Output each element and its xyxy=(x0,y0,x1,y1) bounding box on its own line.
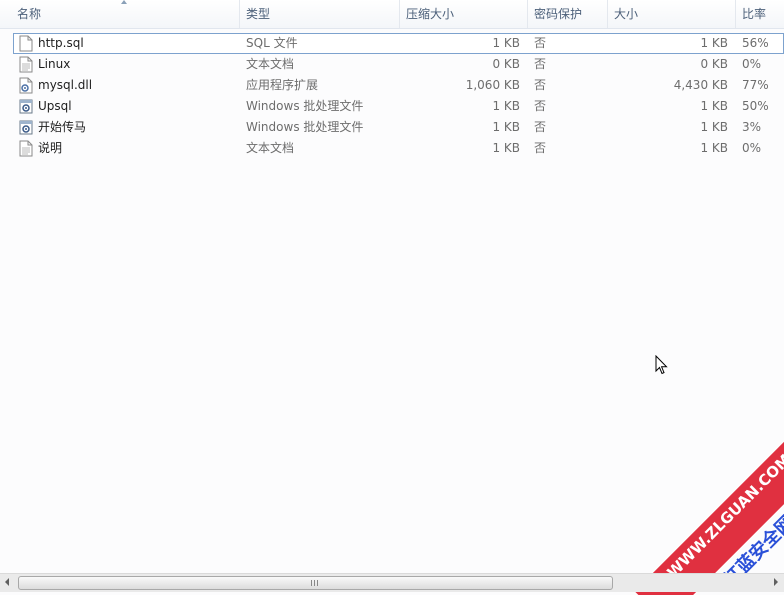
scrollbar-grip-icon xyxy=(311,580,319,586)
file-password-protected: 否 xyxy=(534,120,547,134)
file-compressed-size: 0 KB xyxy=(492,57,520,71)
file-compressed-size: 1,060 KB xyxy=(465,78,520,92)
file-ratio: 0% xyxy=(742,57,762,71)
file-name: 说明 xyxy=(38,141,63,155)
scrollbar-thumb[interactable] xyxy=(18,576,613,590)
column-header-compressed-size[interactable]: 压缩大小 xyxy=(400,0,528,28)
file-type: 应用程序扩展 xyxy=(246,78,319,92)
file-ratio: 0% xyxy=(742,141,762,155)
file-row[interactable]: 开始传马 Windows 批处理文件 1 KB 否 1 KB 3% xyxy=(0,117,784,138)
file-password-protected: 否 xyxy=(534,57,547,71)
file-password-protected: 否 xyxy=(534,141,547,155)
column-header-type[interactable]: 类型 xyxy=(240,0,400,28)
file-type: 文本文档 xyxy=(246,57,295,71)
text-file-icon xyxy=(19,140,33,157)
file-size: 1 KB xyxy=(700,120,728,134)
watermark-band xyxy=(634,435,784,595)
file-ratio: 50% xyxy=(742,99,769,113)
file-name: mysql.dll xyxy=(38,78,93,92)
file-type: Windows 批处理文件 xyxy=(246,99,364,113)
file-row[interactable]: http.sql SQL 文件 1 KB 否 1 KB 56% xyxy=(13,33,784,54)
file-ratio: 3% xyxy=(742,120,762,134)
scroll-right-icon[interactable] xyxy=(774,578,778,586)
column-header-password[interactable]: 密码保护 xyxy=(528,0,608,28)
text-file-icon xyxy=(19,56,33,73)
file-list: http.sql SQL 文件 1 KB 否 1 KB 56% Linux 文本… xyxy=(0,33,784,159)
column-header-name[interactable]: 名称 xyxy=(11,0,240,28)
file-size: 1 KB xyxy=(700,141,728,155)
file-row[interactable]: Upsql Windows 批处理文件 1 KB 否 1 KB 50% xyxy=(0,96,784,117)
document-icon xyxy=(19,35,33,52)
file-password-protected: 否 xyxy=(534,78,547,92)
file-password-protected: 否 xyxy=(534,99,547,113)
file-size: 1 KB xyxy=(700,36,728,50)
file-name: Upsql xyxy=(38,99,72,113)
batch-file-icon xyxy=(19,99,33,114)
file-row[interactable]: mysql.dll 应用程序扩展 1,060 KB 否 4,430 KB 77% xyxy=(0,75,784,96)
file-row[interactable]: 说明 文本文档 1 KB 否 1 KB 0% xyxy=(0,138,784,159)
file-name: http.sql xyxy=(38,36,84,50)
file-ratio: 56% xyxy=(742,36,769,50)
file-size: 4,430 KB xyxy=(673,78,728,92)
site-watermark: WWW.ZLGUAN.COM 红蓝安全网 xyxy=(628,435,784,595)
file-type: SQL 文件 xyxy=(246,36,298,50)
file-ratio: 77% xyxy=(742,78,769,92)
dll-gear-icon xyxy=(19,77,33,94)
file-name: Linux xyxy=(38,57,71,71)
file-type: 文本文档 xyxy=(246,141,295,155)
file-size: 1 KB xyxy=(700,99,728,113)
file-compressed-size: 1 KB xyxy=(492,141,520,155)
file-password-protected: 否 xyxy=(534,36,547,50)
scroll-left-icon[interactable] xyxy=(5,578,9,586)
column-header-ratio[interactable]: 比率 xyxy=(736,0,784,28)
file-size: 0 KB xyxy=(700,57,728,71)
column-header-bar: 名称 类型 压缩大小 密码保护 大小 比率 xyxy=(0,0,784,29)
file-name: 开始传马 xyxy=(38,120,87,134)
file-compressed-size: 1 KB xyxy=(492,36,520,50)
batch-file-icon xyxy=(19,120,33,135)
file-compressed-size: 1 KB xyxy=(492,120,520,134)
horizontal-scrollbar[interactable] xyxy=(0,573,784,592)
column-header-size[interactable]: 大小 xyxy=(608,0,736,28)
file-type: Windows 批处理文件 xyxy=(246,120,364,134)
file-row[interactable]: Linux 文本文档 0 KB 否 0 KB 0% xyxy=(0,54,784,75)
sort-ascending-icon xyxy=(121,0,127,4)
mouse-pointer-icon xyxy=(655,355,668,375)
file-compressed-size: 1 KB xyxy=(492,99,520,113)
